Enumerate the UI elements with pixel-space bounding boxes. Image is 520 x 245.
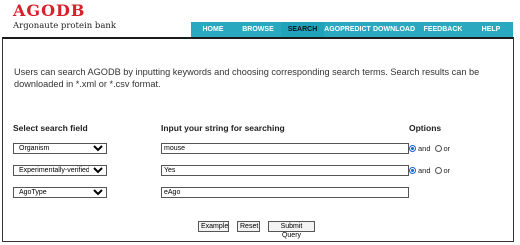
- search-description: Users can search AGODB by inputting keyw…: [14, 67, 480, 89]
- radio-and-2[interactable]: [409, 167, 416, 174]
- nav-feedback[interactable]: FEEDBACK: [417, 22, 469, 37]
- search-field-select-1[interactable]: Organism: [13, 143, 107, 154]
- radio-or-label-2: or: [443, 166, 451, 175]
- search-field-select-3[interactable]: AgoType: [13, 187, 107, 198]
- radio-and-label-2: and: [418, 166, 431, 175]
- radio-and-1[interactable]: [409, 145, 416, 152]
- nav-browse[interactable]: BROWSE: [235, 22, 281, 37]
- logo-subtitle: Argonaute protein bank: [13, 21, 117, 31]
- nav-home[interactable]: HOME: [191, 22, 235, 37]
- header-input-string: Input your string for searching: [161, 123, 285, 133]
- nav-help[interactable]: HELP: [469, 22, 513, 37]
- nav-download[interactable]: DOWNLOAD: [371, 22, 417, 37]
- radio-and-label-1: and: [418, 144, 431, 153]
- submit-query-button[interactable]: Submit Query: [268, 221, 315, 239]
- search-string-input-2[interactable]: [161, 165, 409, 176]
- nav-search[interactable]: SEARCH: [281, 22, 324, 37]
- logo-title: AGODB: [13, 1, 86, 20]
- radio-or-2[interactable]: [434, 167, 442, 174]
- search-string-input-3[interactable]: [161, 187, 409, 198]
- header-search-field: Select search field: [13, 123, 88, 133]
- header-options: Options: [409, 123, 442, 133]
- main-nav: HOME BROWSE SEARCH AGOPREDICT DOWNLOAD F…: [191, 22, 513, 37]
- site-logo[interactable]: AGODB Argonaute protein bank: [13, 1, 117, 32]
- options-row-2: and or: [409, 165, 454, 176]
- nav-agopredict[interactable]: AGOPREDICT: [324, 22, 371, 37]
- radio-or-1[interactable]: [434, 145, 442, 152]
- search-string-input-1[interactable]: [161, 143, 409, 154]
- search-field-select-2[interactable]: Experimentally-verified: [13, 165, 107, 176]
- options-row-1: and or: [409, 143, 454, 154]
- reset-button[interactable]: Reset: [237, 221, 260, 232]
- example-button[interactable]: Example: [198, 221, 229, 232]
- radio-or-label-1: or: [443, 144, 451, 153]
